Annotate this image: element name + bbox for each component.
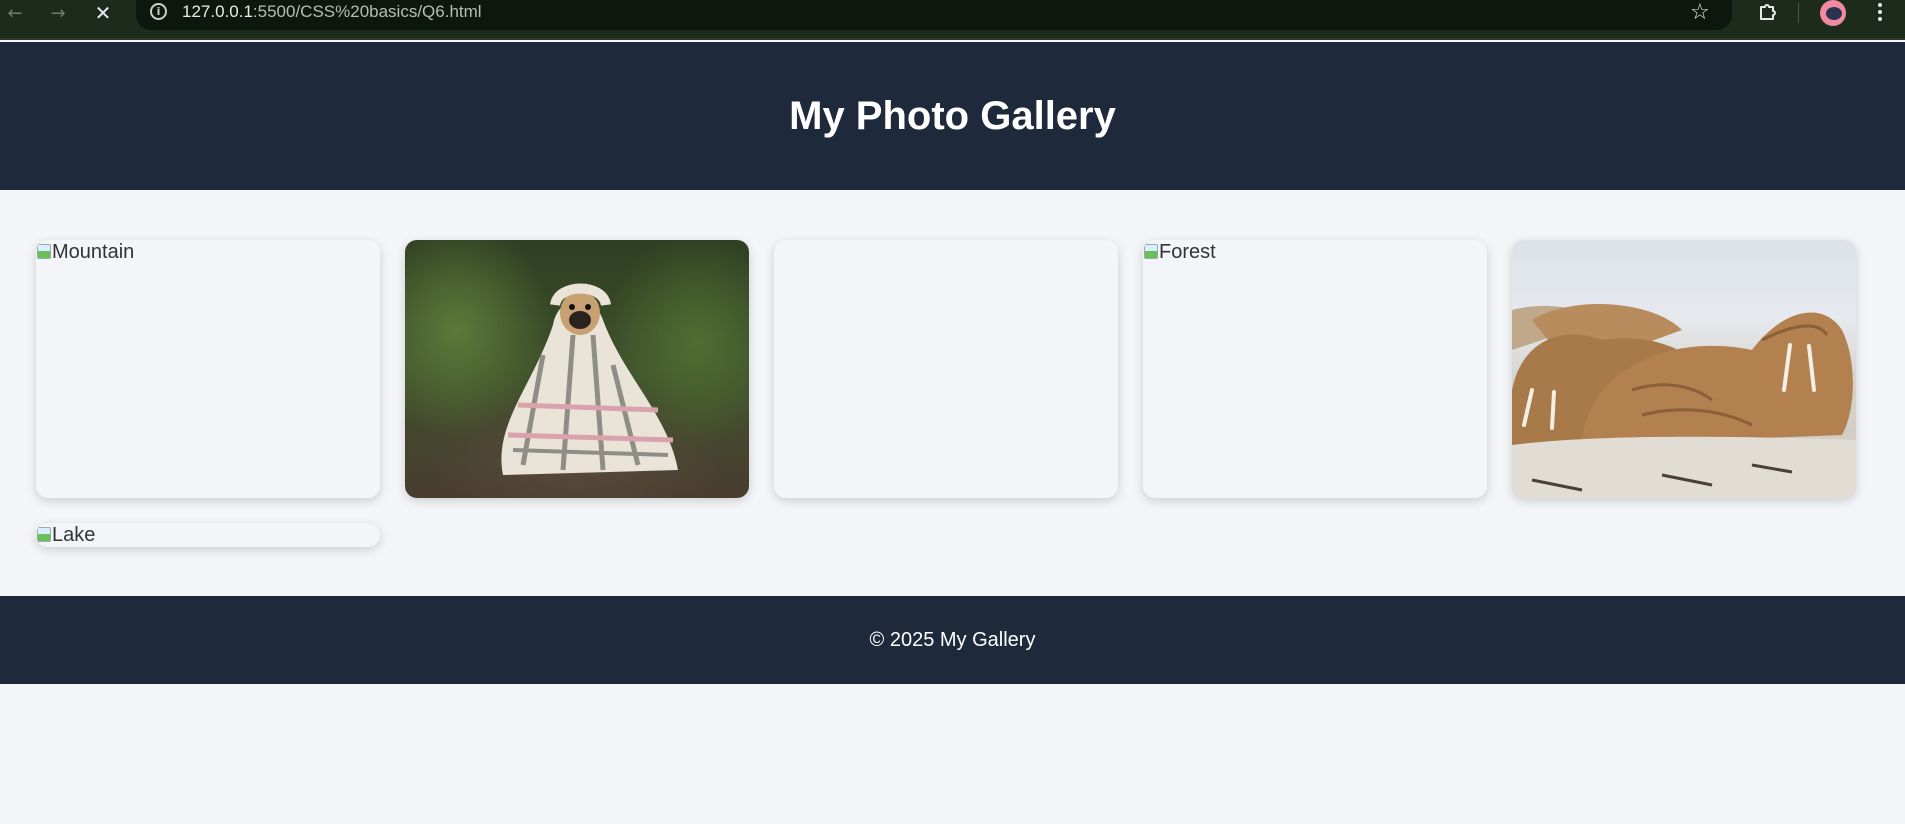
photo-gallery: Mountain Forest Lake <box>36 240 1870 547</box>
url-text[interactable]: 127.0.0.1:5500/CSS%20basics/Q6.html <box>182 2 482 22</box>
walrus-photo <box>1512 240 1856 498</box>
gallery-card-walrus[interactable] <box>1512 240 1856 498</box>
footer-copyright: © 2025 My Gallery <box>869 628 1036 651</box>
broken-image-icon <box>36 526 52 544</box>
gallery-card-pug[interactable] <box>405 240 749 498</box>
bookmark-star-icon[interactable]: ☆ <box>1690 0 1710 25</box>
image-alt-text: Lake <box>52 524 96 546</box>
broken-image-mountain: Mountain <box>36 240 380 264</box>
walrus-illustration <box>1512 303 1856 498</box>
extensions-puzzle-icon[interactable] <box>1756 0 1780 24</box>
site-info-icon[interactable]: i <box>150 3 167 20</box>
profile-avatar[interactable] <box>1820 0 1846 26</box>
broken-image-icon <box>36 243 52 261</box>
stop-loading-icon[interactable]: ✕ <box>88 0 118 26</box>
pug-photo <box>405 240 749 498</box>
address-bar[interactable]: i 127.0.0.1:5500/CSS%20basics/Q6.html ☆ <box>136 0 1732 30</box>
gallery-card-empty[interactable] <box>774 240 1118 498</box>
gallery-card-forest[interactable]: Forest <box>1143 240 1487 498</box>
broken-image-lake: Lake <box>36 523 380 547</box>
page-footer: © 2025 My Gallery <box>0 596 1905 684</box>
pug-in-blanket-illustration <box>501 283 678 475</box>
url-host: 127.0.0.1 <box>182 2 253 21</box>
gallery-card-mountain[interactable]: Mountain <box>36 240 380 498</box>
page-title: My Photo Gallery <box>789 93 1116 138</box>
forward-arrow-icon[interactable]: → <box>43 0 73 26</box>
more-menu-icon[interactable] <box>1870 0 1890 24</box>
broken-image-forest: Forest <box>1143 240 1487 264</box>
toolbar-divider <box>1798 3 1799 23</box>
broken-image-icon <box>1143 243 1159 261</box>
back-arrow-icon[interactable]: ← <box>0 0 30 26</box>
browser-toolbar: ← → ✕ i 127.0.0.1:5500/CSS%20basics/Q6.h… <box>0 0 1905 40</box>
url-path: :5500/CSS%20basics/Q6.html <box>252 2 482 21</box>
image-alt-text: Forest <box>1159 241 1216 263</box>
gallery-card-lake[interactable]: Lake <box>36 523 380 547</box>
image-alt-text: Mountain <box>52 241 135 263</box>
page-header: My Photo Gallery <box>0 42 1905 190</box>
